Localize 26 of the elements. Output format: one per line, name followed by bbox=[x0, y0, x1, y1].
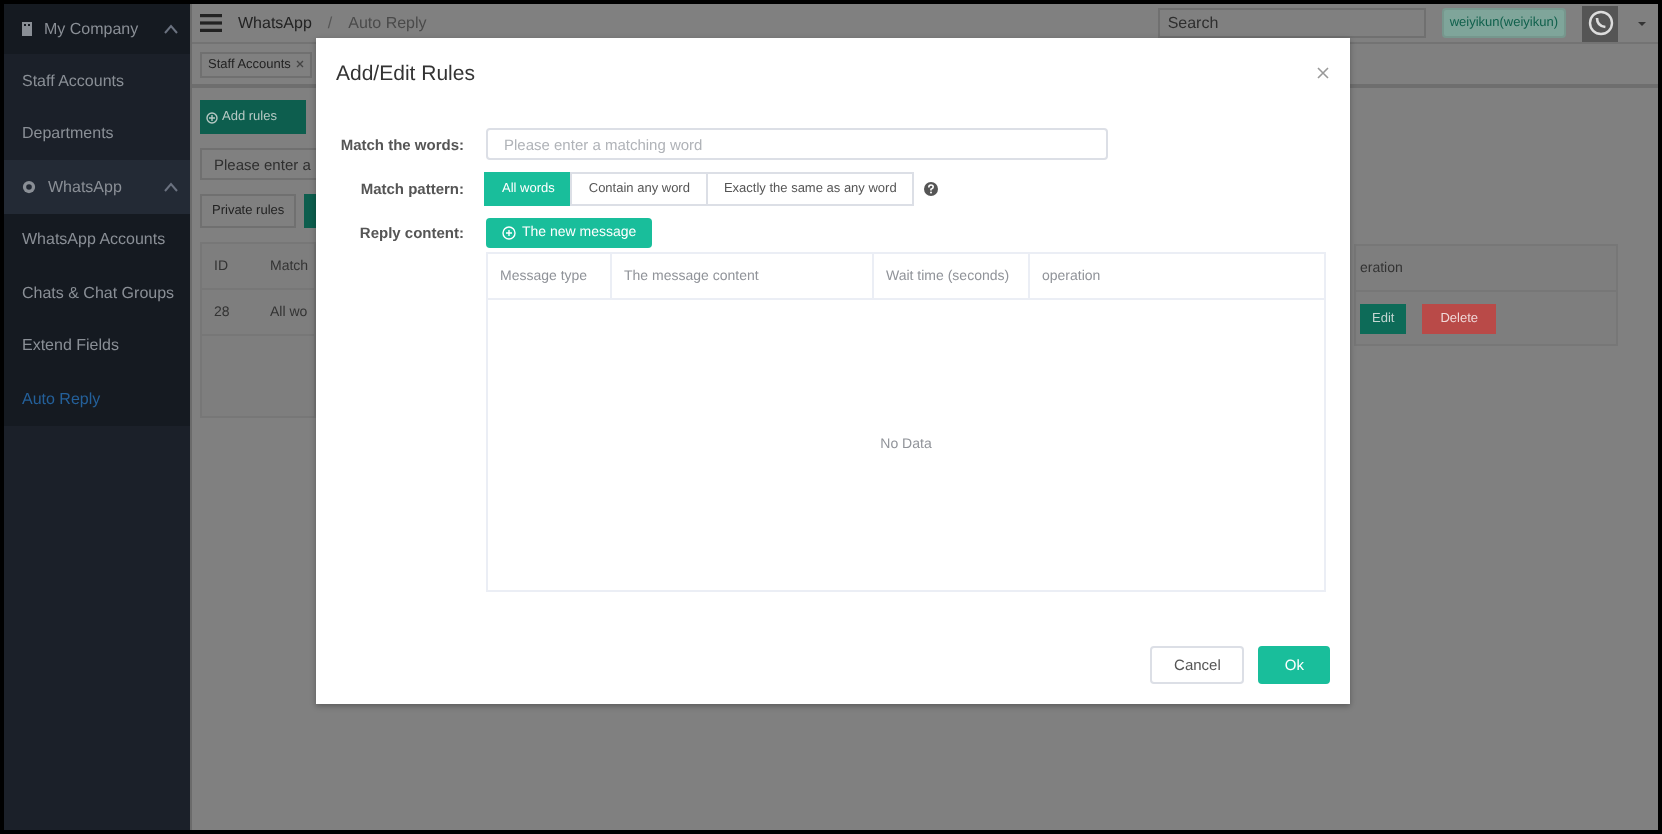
company-name: My Company bbox=[44, 20, 139, 38]
avatar[interactable] bbox=[1582, 5, 1618, 41]
plus-circle-icon bbox=[206, 111, 218, 123]
sidebar-item[interactable]: Extend Fields bbox=[4, 319, 190, 372]
search-field[interactable]: Search bbox=[1157, 8, 1426, 38]
sidebar-item[interactable]: Auto Reply bbox=[4, 372, 190, 425]
sidebar-group[interactable]: WhatsApp bbox=[4, 160, 190, 213]
sidebar-group-label: WhatsApp bbox=[48, 177, 122, 196]
help-icon[interactable] bbox=[924, 182, 939, 196]
dialog-title: Add/Edit Rules bbox=[336, 62, 475, 86]
close-icon bbox=[1316, 66, 1330, 80]
caret-icon bbox=[164, 24, 178, 34]
sidebar-item[interactable]: Chats & Chat Groups bbox=[4, 266, 190, 319]
plus-circle-icon bbox=[502, 226, 516, 240]
breadcrumb-item[interactable]: WhatsApp bbox=[238, 14, 312, 32]
close-icon[interactable] bbox=[296, 60, 305, 68]
menu-icon[interactable] bbox=[200, 14, 222, 32]
caret-icon[interactable] bbox=[1634, 19, 1650, 27]
sidebar-item[interactable]: Departments bbox=[4, 107, 190, 160]
company-menu[interactable]: My Company bbox=[4, 4, 190, 54]
breadcrumb-separator: / bbox=[327, 14, 333, 32]
caret-icon bbox=[164, 181, 178, 192]
sidebar-item[interactable]: Staff Accounts bbox=[4, 54, 190, 107]
building-icon bbox=[22, 22, 32, 36]
sidebar-item[interactable]: WhatsApp Accounts bbox=[4, 213, 190, 266]
phone-bubble-icon bbox=[1587, 10, 1613, 36]
